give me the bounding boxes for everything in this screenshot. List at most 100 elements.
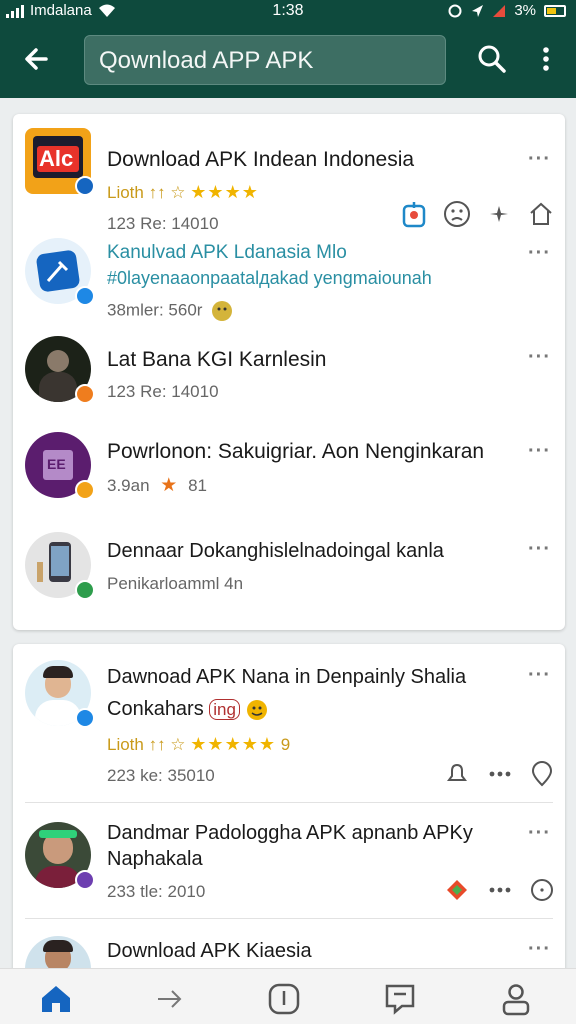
app-title: Lat Bana KGI Karnlesin <box>107 348 327 371</box>
profile-icon <box>502 984 530 1016</box>
list-item[interactable]: Kanulvad APK Ldanasia Mlo #0layenaaonpaa… <box>13 238 565 330</box>
app-description: #0layenaaonpaatalдakad yengmaiounah <box>107 268 432 288</box>
more-options-button[interactable]: ··· <box>528 938 551 961</box>
app-icon-wrapper: EE <box>25 432 95 500</box>
app-icon-wrapper <box>25 336 95 404</box>
rating-stars-icon: ★★★★ <box>190 182 259 202</box>
app-meta: 123 Re: 14010 <box>107 214 219 233</box>
divider <box>25 918 553 919</box>
app-icon-wrapper <box>25 660 95 728</box>
share-icon[interactable] <box>401 200 427 228</box>
cellular-icon <box>493 4 506 17</box>
nav-forward[interactable] <box>152 981 188 1017</box>
star-icon: ★ <box>160 475 178 496</box>
list-item[interactable]: Lat Bana KGI Karnlesin 123 Re: 14010 ··· <box>13 336 565 426</box>
rating-label: Lioth ↑↑ ☆ <box>107 735 186 754</box>
badge-icon[interactable] <box>443 876 471 904</box>
info-icon <box>268 983 300 1015</box>
rating-stars-icon: ★★★★★ <box>190 734 276 754</box>
more-options-button[interactable]: ··· <box>528 822 551 845</box>
app-subtitle-text: Conkahars <box>107 698 204 720</box>
list-item[interactable]: Dennaar Dokanghislelnadoingal kanla Peni… <box>13 532 565 624</box>
app-list-card-2: Dawnoad APK Nana in Denpainly Shalia Con… <box>13 644 565 984</box>
more-options-button[interactable]: ··· <box>528 538 551 561</box>
message-icon <box>385 984 415 1015</box>
app-meta: 233 tle: 2010 <box>107 882 206 901</box>
nav-messages[interactable] <box>382 981 418 1017</box>
verified-badge-icon <box>75 480 95 500</box>
app-title: Dawnoad APK Nana in Denpainly Shalia <box>107 666 467 688</box>
pin-icon[interactable] <box>529 760 555 788</box>
item-actions <box>443 760 555 788</box>
app-bar: Qownload APP APK <box>0 22 576 98</box>
arrow-left-icon <box>25 48 48 70</box>
bottom-navigation <box>0 968 576 1024</box>
sad-face-icon[interactable] <box>443 200 471 228</box>
app-rating: Lioth ↑↑ ☆ ★★★★★ 9 <box>107 734 290 755</box>
verified-badge-icon <box>75 384 95 404</box>
app-title: Download APK Kiaesia <box>107 940 312 962</box>
verified-badge-icon <box>75 708 95 728</box>
divider <box>25 802 553 803</box>
list-item[interactable]: Alc Download APK Indean Indonesia Lioth … <box>13 128 565 234</box>
more-options-button[interactable]: ··· <box>528 440 551 463</box>
app-title: Kanulvad APK Ldanasia Mlo <box>107 242 347 263</box>
broom-icon <box>46 260 69 282</box>
app-meta: 123 Re: 14010 <box>107 382 219 401</box>
dots-horizontal-icon[interactable] <box>487 760 513 788</box>
app-icon-wrapper <box>25 238 95 306</box>
emoji-icon <box>212 301 233 321</box>
rating-label: Lioth ↑↑ ☆ <box>107 183 186 202</box>
more-options-button[interactable]: ··· <box>528 148 551 171</box>
app-title: Powrlonon: Sakuigriar. Aon Nenginkaran <box>107 440 485 463</box>
status-right: 3% <box>448 2 566 19</box>
app-meta: 223 ke: 35010 <box>107 766 215 785</box>
list-item[interactable]: EE Powrlonon: Sakuigriar. Aon Nenginkara… <box>13 432 565 522</box>
battery-percent: 3% <box>514 2 536 19</box>
list-item[interactable]: Dandmar Padologgha APK apnanb APKy Napha… <box>13 818 565 914</box>
app-icon-label: EE <box>47 456 66 472</box>
status-bar: Imdalana 1:38 3% <box>0 0 576 22</box>
app-icon-wrapper: Alc <box>25 128 95 196</box>
search-button[interactable] <box>476 42 508 76</box>
nav-profile[interactable] <box>498 981 534 1017</box>
app-icon-wrapper <box>25 822 95 890</box>
app-meta-text: 3.9an <box>107 476 150 495</box>
verified-badge-icon <box>75 870 95 890</box>
verified-badge-icon <box>75 580 95 600</box>
dots-horizontal-icon[interactable] <box>487 876 513 904</box>
list-item[interactable]: Dawnoad APK Nana in Denpainly Shalia Con… <box>13 660 565 800</box>
search-input[interactable]: Qownload APP APK <box>84 35 446 85</box>
bell-icon[interactable] <box>443 760 471 788</box>
app-icon-wrapper <box>25 532 95 600</box>
home-icon <box>42 986 70 1012</box>
more-options-button[interactable]: ··· <box>528 664 551 687</box>
app-meta-count: 81 <box>188 476 207 495</box>
item-actions <box>401 200 555 228</box>
verified-badge-icon <box>75 176 95 196</box>
more-options-button[interactable]: ··· <box>528 242 551 265</box>
more-menu-button[interactable] <box>536 42 556 76</box>
app-subtitle: Conkahars ing <box>107 698 268 721</box>
app-subtitle-tag: ing <box>209 699 240 720</box>
sparkle-icon[interactable] <box>487 200 511 228</box>
back-button[interactable] <box>20 42 54 76</box>
nav-home[interactable] <box>38 981 74 1017</box>
location-icon <box>472 4 484 17</box>
emoji-icon <box>246 699 267 720</box>
app-meta: 3.9an ★ 81 <box>107 474 207 497</box>
nav-info[interactable] <box>266 981 302 1017</box>
app-title: Download APK Indean Indonesia <box>107 148 415 171</box>
rating-extra: 9 <box>280 735 291 754</box>
item-actions <box>443 876 555 904</box>
alarm-icon <box>448 4 462 17</box>
battery-icon <box>544 4 566 17</box>
more-options-button[interactable]: ··· <box>528 346 551 369</box>
app-rating: Lioth ↑↑ ☆ ★★★★ <box>107 182 259 203</box>
app-icon-label: Alc <box>39 146 74 171</box>
app-title-continued: Naphakala <box>107 848 203 870</box>
home-outline-icon[interactable] <box>527 200 555 228</box>
clock-icon[interactable] <box>529 876 555 904</box>
verified-badge-icon <box>75 286 95 306</box>
app-meta: 38mler: 560r <box>107 300 233 322</box>
